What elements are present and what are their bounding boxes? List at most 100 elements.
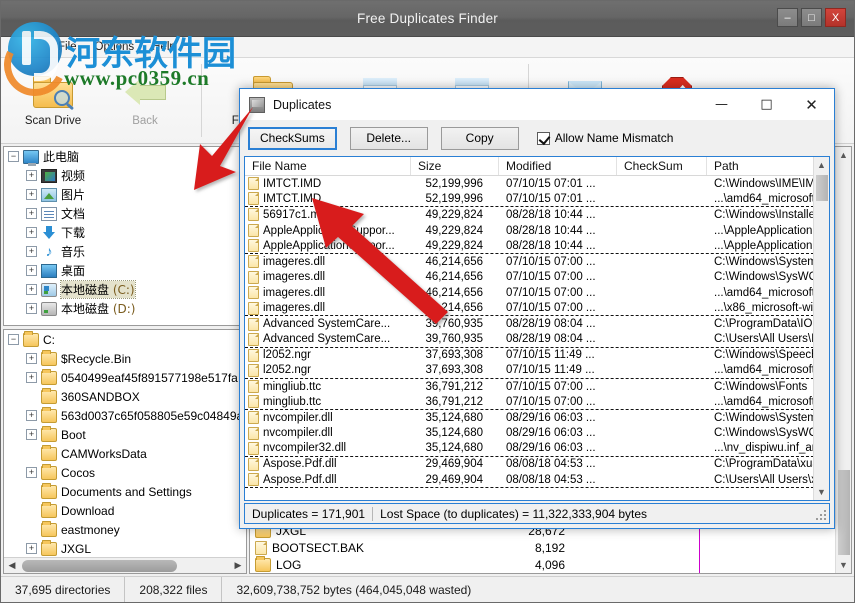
column-header-modified[interactable]: Modified: [499, 157, 617, 175]
computer-tree-row[interactable]: + 本地磁盘 (C:): [4, 280, 246, 299]
expand-icon[interactable]: +: [26, 543, 37, 554]
duplicates-row[interactable]: imageres.dll 46,214,656 07/10/15 07:00 ...…: [245, 301, 829, 317]
expand-icon[interactable]: +: [26, 189, 37, 200]
folder-tree-row[interactable]: − C:: [4, 330, 246, 349]
hscroll-thumb[interactable]: [22, 559, 178, 572]
expand-icon[interactable]: +: [26, 467, 37, 478]
file-list-vscrollbar[interactable]: ▲ ▼: [835, 147, 851, 573]
computer-tree-row[interactable]: + 桌面: [4, 261, 246, 280]
duplicates-row[interactable]: 56917c1.msi 49,229,824 08/28/18 10:44 ... C…: [245, 207, 829, 223]
duplicates-row[interactable]: Aspose.Pdf.dll 29,469,904 08/08/18 04:53 .…: [245, 472, 829, 488]
computer-tree-row[interactable]: − 此电脑: [4, 147, 246, 166]
vscroll-thumb[interactable]: [815, 175, 828, 201]
checksums-button[interactable]: CheckSums: [248, 126, 337, 150]
duplicates-row[interactable]: AppleApplicationSuppor... 49,229,824 08/28…: [245, 238, 829, 254]
computer-tree-row[interactable]: + 下载: [4, 223, 246, 242]
minimize-button[interactable]: –: [777, 8, 798, 27]
back-button[interactable]: Back: [99, 64, 191, 138]
column-header-path[interactable]: Path: [707, 157, 829, 175]
scroll-left-icon[interactable]: ◀: [4, 558, 20, 574]
expand-icon[interactable]: +: [26, 170, 37, 181]
menu-options[interactable]: Options: [86, 39, 144, 55]
scroll-down-icon[interactable]: ▼: [836, 557, 852, 573]
delete-button[interactable]: Delete...: [349, 126, 428, 150]
collapse-icon[interactable]: −: [8, 334, 19, 345]
checkbox-check-icon[interactable]: [536, 131, 550, 145]
expand-icon[interactable]: +: [26, 429, 37, 440]
computer-tree[interactable]: − 此电脑 + 视频 + 图片 + 文档 + 下载 + ♪ 音乐 + 桌面 + 本地磁盘 (C:) + 本地磁盘 (…: [3, 146, 247, 326]
scroll-down-icon[interactable]: ▼: [814, 484, 830, 500]
file-list-row[interactable]: LOG 4,096: [250, 555, 834, 573]
folder-tree-row[interactable]: +563d0037c65f058805e59c04849ab: [4, 406, 246, 425]
duplicates-row[interactable]: Aspose.Pdf.dll 29,469,904 08/08/18 04:53 .…: [245, 457, 829, 473]
computer-tree-row[interactable]: + 图片: [4, 185, 246, 204]
duplicates-vscrollbar[interactable]: ▲ ▼: [813, 157, 829, 500]
expand-icon[interactable]: +: [26, 265, 37, 276]
column-header-size[interactable]: Size: [411, 157, 499, 175]
allow-name-mismatch-checkbox[interactable]: Allow Name Mismatch: [536, 131, 673, 145]
computer-tree-row[interactable]: + 本地磁盘 (D:): [4, 299, 246, 318]
expand-icon[interactable]: +: [26, 372, 37, 383]
folder-tree-row[interactable]: + $Recycle.Bin: [4, 349, 246, 368]
duplicates-row[interactable]: AppleApplicationSuppor... 49,229,824 08/28…: [245, 223, 829, 239]
duplicates-row[interactable]: mingliub.ttc 36,791,212 07/10/15 07:00 ...…: [245, 394, 829, 410]
computer-tree-row[interactable]: + 视频: [4, 166, 246, 185]
scroll-up-icon[interactable]: ▲: [836, 147, 852, 163]
duplicates-row[interactable]: l2052.ngr 37,693,308 07/10/15 11:49 ... C:\…: [245, 348, 829, 364]
menu-help[interactable]: Help: [143, 39, 185, 55]
close-button[interactable]: X: [825, 8, 846, 27]
folder-tree-row[interactable]: + Boot: [4, 425, 246, 444]
column-header-checksum[interactable]: CheckSum: [617, 157, 707, 175]
expand-icon[interactable]: +: [26, 284, 37, 295]
resize-grip[interactable]: [813, 507, 827, 521]
expand-icon[interactable]: +: [26, 227, 37, 238]
folder-tree-row[interactable]: + Cocos: [4, 463, 246, 482]
menu-file[interactable]: File: [49, 39, 86, 55]
duplicates-row[interactable]: mingliub.ttc 36,791,212 07/10/15 07:00 ...…: [245, 379, 829, 395]
duplicates-row[interactable]: imageres.dll 46,214,656 07/10/15 07:00 ...…: [245, 270, 829, 286]
file-list-row[interactable]: BOOTSECT.BAK 8,192: [250, 539, 834, 556]
folder-tree-hscrollbar[interactable]: ◀ ▶: [4, 557, 246, 573]
scroll-up-icon[interactable]: ▲: [814, 157, 830, 173]
copy-button[interactable]: Copy: [440, 126, 519, 150]
folder-tree-row[interactable]: + JXGL: [4, 539, 246, 558]
duplicates-row[interactable]: nvcompiler.dll 35,124,680 08/29/16 06:03 .…: [245, 410, 829, 426]
hscroll-track[interactable]: [20, 558, 230, 574]
dialog-minimize-button[interactable]: —: [699, 89, 744, 120]
folder-tree-row[interactable]: Download: [4, 501, 246, 520]
scroll-right-icon[interactable]: ▶: [230, 558, 246, 574]
folder-tree-row[interactable]: CAMWorksData: [4, 444, 246, 463]
folder-tree-row[interactable]: Documents and Settings: [4, 482, 246, 501]
vscroll-track[interactable]: [814, 173, 830, 484]
maximize-button[interactable]: □: [801, 8, 822, 27]
dialog-close-button[interactable]: ✕: [789, 89, 834, 120]
computer-tree-row[interactable]: + 文档: [4, 204, 246, 223]
scan-drive-button[interactable]: Scan Drive: [7, 64, 99, 138]
expand-icon[interactable]: +: [26, 208, 37, 219]
duplicates-row[interactable]: nvcompiler32.dll 35,124,680 08/29/16 06:03…: [245, 441, 829, 457]
expand-icon[interactable]: +: [26, 246, 37, 257]
duplicates-row[interactable]: imageres.dll 46,214,656 07/10/15 07:00 ...…: [245, 285, 829, 301]
collapse-icon[interactable]: −: [8, 151, 19, 162]
expand-icon[interactable]: +: [26, 410, 37, 421]
dialog-maximize-button[interactable]: □: [744, 89, 789, 120]
duplicates-row[interactable]: IMTCT.IMD 52,199,996 07/10/15 07:01 ......…: [245, 192, 829, 208]
folder-tree-row[interactable]: 360SANDBOX: [4, 387, 246, 406]
folder-tree[interactable]: − C: + $Recycle.Bin +0540499eaf45f891577198e…: [3, 329, 247, 574]
expand-icon[interactable]: +: [26, 353, 37, 364]
duplicates-row[interactable]: Advanced SystemCare... 39,760,935 08/28/19…: [245, 332, 829, 348]
duplicates-row[interactable]: Advanced SystemCare... 39,760,935 08/28/19…: [245, 316, 829, 332]
expand-icon[interactable]: +: [26, 303, 37, 314]
duplicates-row[interactable]: IMTCT.IMD 52,199,996 07/10/15 07:01 ... C:\…: [245, 176, 829, 192]
duplicates-row[interactable]: imageres.dll 46,214,656 07/10/15 07:00 ...…: [245, 254, 829, 270]
folder-tree-row[interactable]: eastmoney: [4, 520, 246, 539]
column-header-file-name[interactable]: File Name: [245, 157, 411, 175]
duplicates-row[interactable]: l2052.ngr 37,693,308 07/10/15 11:49 ......…: [245, 363, 829, 379]
duplicates-table-body[interactable]: IMTCT.IMD 52,199,996 07/10/15 07:01 ... C:\…: [245, 176, 829, 500]
duplicates-list[interactable]: File Name Size Modified CheckSum Path IMTCT.…: [244, 156, 830, 501]
vscroll-track[interactable]: [836, 163, 852, 557]
folder-tree-row[interactable]: +0540499eaf45f891577198e517fa: [4, 368, 246, 387]
duplicates-row[interactable]: nvcompiler.dll 35,124,680 08/29/16 06:03 .…: [245, 426, 829, 442]
vscroll-thumb[interactable]: [837, 470, 850, 555]
computer-tree-row[interactable]: + ♪ 音乐: [4, 242, 246, 261]
